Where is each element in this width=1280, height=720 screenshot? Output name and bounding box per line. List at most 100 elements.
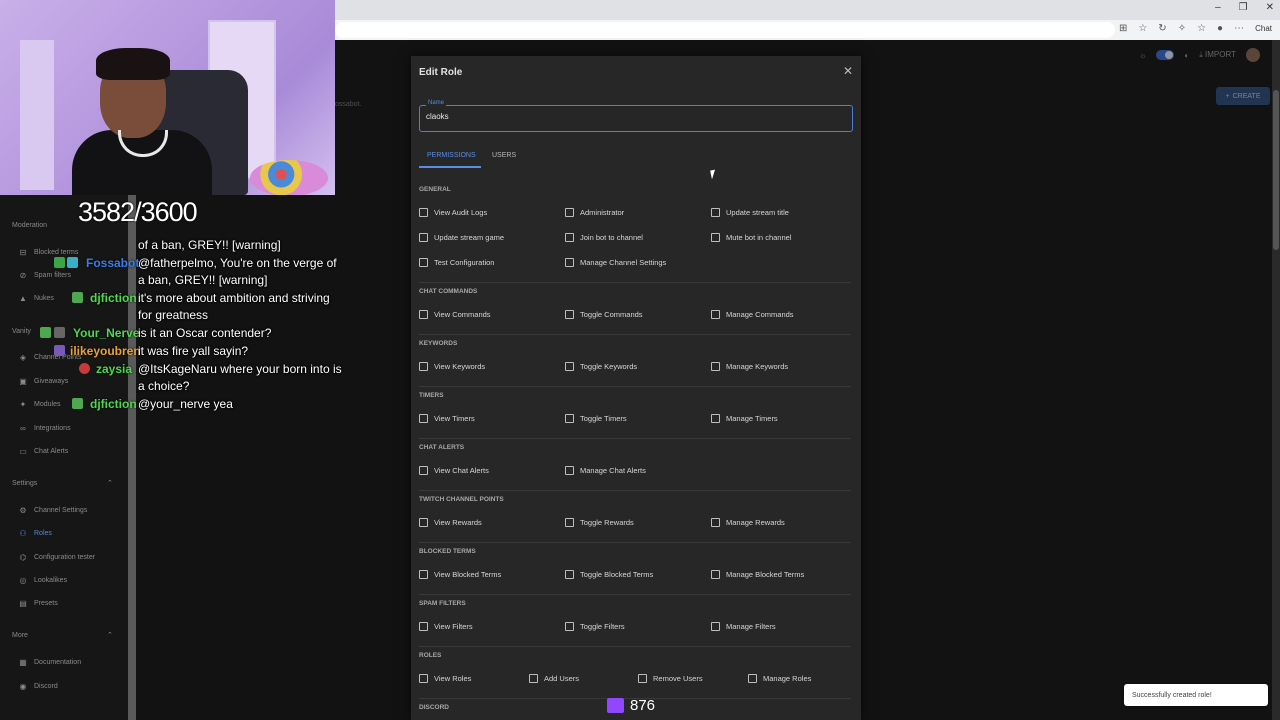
permission-checkbox[interactable]: Toggle Keywords	[565, 362, 637, 371]
tab-permissions[interactable]: PERMISSIONS	[427, 152, 476, 159]
checkbox-icon[interactable]	[419, 674, 428, 683]
permission-checkbox[interactable]: Toggle Rewards	[565, 518, 634, 527]
refresh-icon[interactable]: ↻	[1158, 23, 1166, 34]
permission-checkbox[interactable]: Add Users	[529, 674, 579, 683]
sidebar-item-documentation[interactable]: ▦ Documentation	[18, 658, 81, 667]
permission-checkbox[interactable]: Toggle Commands	[565, 310, 643, 319]
permission-checkbox[interactable]: View Audit Logs	[419, 208, 487, 217]
checkbox-icon[interactable]	[419, 622, 428, 631]
chevron-up-icon[interactable]: ⌃	[107, 631, 113, 639]
permission-checkbox[interactable]: Manage Roles	[748, 674, 811, 683]
checkbox-icon[interactable]	[711, 570, 720, 579]
sidebar-item-giveaways[interactable]: ▣ Giveaways	[18, 377, 68, 386]
role-name-input[interactable]	[426, 112, 826, 121]
bookmark-star-icon[interactable]: ☆	[1197, 23, 1206, 34]
chevron-up-icon[interactable]: ⌃	[107, 479, 113, 487]
permission-checkbox[interactable]: Administrator	[565, 208, 624, 217]
checkbox-icon[interactable]	[565, 518, 574, 527]
permission-checkbox[interactable]: View Timers	[419, 414, 475, 423]
checkbox-icon[interactable]	[419, 362, 428, 371]
permission-checkbox[interactable]: Join bot to channel	[565, 233, 643, 242]
permission-checkbox[interactable]: Toggle Timers	[565, 414, 627, 423]
permission-checkbox[interactable]: Manage Chat Alerts	[565, 466, 646, 475]
maximize-button[interactable]: ❐	[1239, 2, 1248, 13]
checkbox-icon[interactable]	[565, 310, 574, 319]
checkbox-icon[interactable]	[565, 622, 574, 631]
checkbox-icon[interactable]	[638, 674, 647, 683]
checkbox-icon[interactable]	[565, 570, 574, 579]
checkbox-icon[interactable]	[419, 518, 428, 527]
checkbox-icon[interactable]	[565, 466, 574, 475]
checkbox-icon[interactable]	[711, 362, 720, 371]
copilot-chat-button[interactable]: Chat	[1255, 24, 1272, 33]
permission-checkbox[interactable]: Manage Channel Settings	[565, 258, 666, 267]
permission-checkbox[interactable]: Manage Commands	[711, 310, 794, 319]
checkbox-icon[interactable]	[419, 208, 428, 217]
checkbox-icon[interactable]	[565, 414, 574, 423]
checkbox-icon[interactable]	[419, 570, 428, 579]
permission-checkbox[interactable]: Update stream title	[711, 208, 789, 217]
checkbox-icon[interactable]	[711, 208, 720, 217]
sidebar-scrollbar[interactable]	[128, 195, 136, 720]
sidebar-item-configuration-tester[interactable]: ⌬ Configuration tester	[18, 553, 96, 562]
checkbox-icon[interactable]	[748, 674, 757, 683]
close-icon[interactable]: ✕	[843, 64, 853, 78]
permission-checkbox[interactable]: Toggle Filters	[565, 622, 625, 631]
permission-checkbox[interactable]: View Filters	[419, 622, 473, 631]
sidebar-item-chat-alerts[interactable]: ▭ Chat Alerts	[18, 447, 68, 456]
sidebar-item-modules[interactable]: ✦ Modules	[18, 400, 61, 409]
minimize-button[interactable]: –	[1215, 2, 1221, 13]
checkbox-icon[interactable]	[711, 414, 720, 423]
checkbox-icon[interactable]	[529, 674, 538, 683]
url-field[interactable]	[335, 22, 1115, 38]
permission-checkbox[interactable]: View Blocked Terms	[419, 570, 501, 579]
sidebar-item-discord[interactable]: ◉ Discord	[18, 682, 58, 691]
checkbox-icon[interactable]	[419, 258, 428, 267]
checkbox-icon[interactable]	[711, 310, 720, 319]
profile-icon[interactable]: ●	[1217, 23, 1223, 34]
checkbox-icon[interactable]	[419, 233, 428, 242]
checkbox-icon[interactable]	[565, 233, 574, 242]
checkbox-icon[interactable]	[419, 466, 428, 475]
role-name-field[interactable]: Name	[419, 100, 853, 132]
sidebar-item-lookalikes[interactable]: ◎ Lookalikes	[18, 576, 68, 585]
star-icon[interactable]: ☆	[1138, 23, 1147, 34]
sidebar-item-roles[interactable]: ⚇ Roles	[18, 529, 52, 538]
sidebar-item-nukes[interactable]: ▲ Nukes	[18, 294, 54, 303]
permission-checkbox[interactable]: View Commands	[419, 310, 491, 319]
permission-checkbox[interactable]: View Keywords	[419, 362, 485, 371]
close-window-button[interactable]: ✕	[1266, 2, 1274, 13]
permission-checkbox[interactable]: Test Configuration	[419, 258, 494, 267]
checkbox-icon[interactable]	[565, 362, 574, 371]
grid-icon[interactable]: ⊞	[1119, 23, 1127, 34]
permission-checkbox[interactable]: Toggle Blocked Terms	[565, 570, 653, 579]
permission-checkbox[interactable]: Update stream game	[419, 233, 504, 242]
permission-checkbox[interactable]: Mute bot in channel	[711, 233, 791, 242]
permission-checkbox[interactable]: View Chat Alerts	[419, 466, 489, 475]
checkbox-icon[interactable]	[419, 310, 428, 319]
checkbox-icon[interactable]	[565, 258, 574, 267]
tab-users[interactable]: USERS	[492, 152, 516, 159]
menu-dots-icon[interactable]: ⋯	[1234, 23, 1244, 34]
permission-checkbox[interactable]: Manage Filters	[711, 622, 776, 631]
scrollbar-thumb[interactable]	[1273, 90, 1279, 250]
checkbox-icon[interactable]	[565, 208, 574, 217]
permission-checkbox[interactable]: Manage Blocked Terms	[711, 570, 804, 579]
sidebar-item-channel-settings[interactable]: ⚙ Channel Settings	[18, 506, 87, 515]
checkbox-icon[interactable]	[711, 233, 720, 242]
checkbox-icon[interactable]	[711, 622, 720, 631]
permission-checkbox[interactable]: Manage Timers	[711, 414, 778, 423]
page-scrollbar[interactable]	[1272, 40, 1280, 720]
sidebar-item-blocked-terms[interactable]: ⊟ Blocked terms	[18, 248, 79, 257]
sidebar-item-presets[interactable]: ▤ Presets	[18, 599, 58, 608]
permission-checkbox[interactable]: View Roles	[419, 674, 471, 683]
sidebar-item-spam-filters[interactable]: ⊘ Spam filters	[18, 271, 71, 280]
permission-checkbox[interactable]: Manage Rewards	[711, 518, 785, 527]
permission-checkbox[interactable]: View Rewards	[419, 518, 482, 527]
puzzle-icon[interactable]: ✧	[1178, 23, 1186, 34]
permission-checkbox[interactable]: Manage Keywords	[711, 362, 788, 371]
sidebar-item-integrations[interactable]: ∞ Integrations	[18, 424, 70, 433]
checkbox-icon[interactable]	[419, 414, 428, 423]
checkbox-icon[interactable]	[711, 518, 720, 527]
permission-checkbox[interactable]: Remove Users	[638, 674, 703, 683]
